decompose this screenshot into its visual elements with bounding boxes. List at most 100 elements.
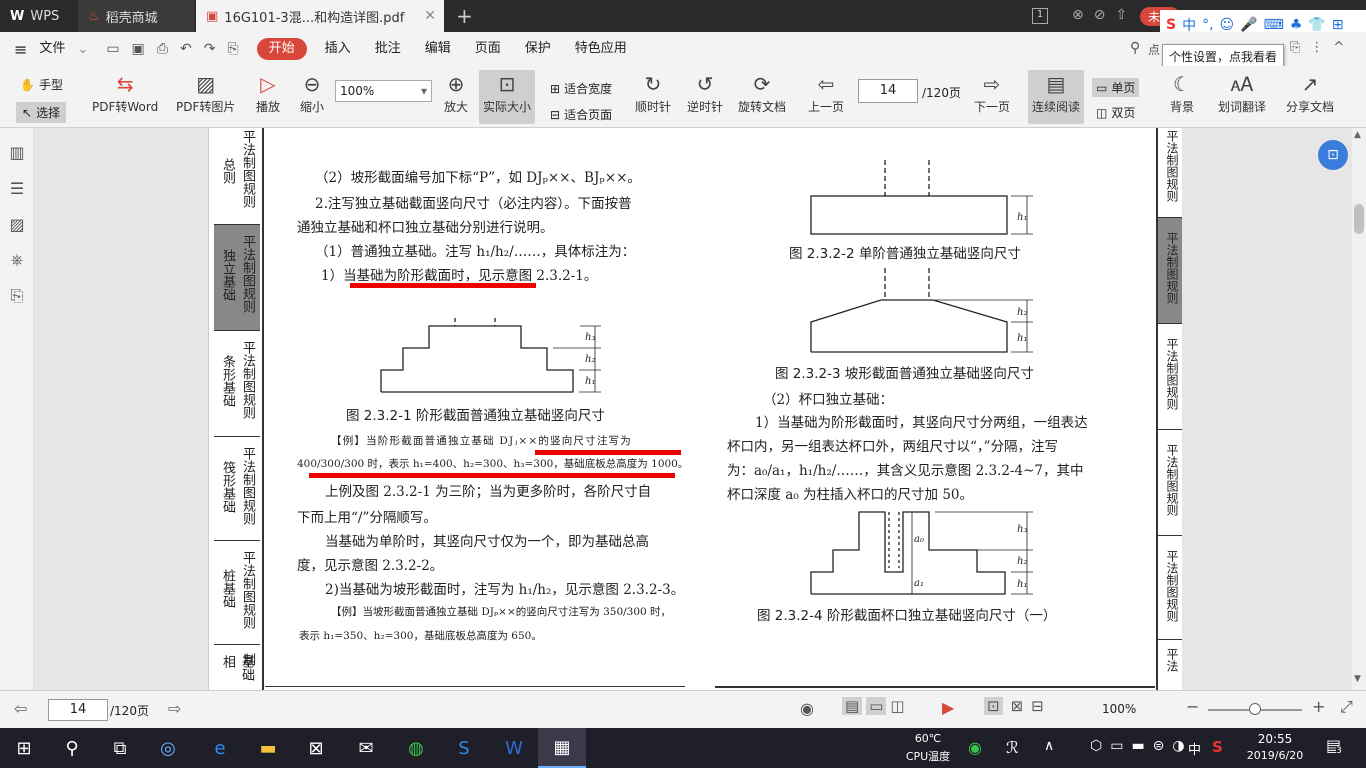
scroll-down-icon[interactable]: ▼ bbox=[1354, 674, 1361, 684]
minus-icon[interactable]: − bbox=[1186, 697, 1199, 716]
menu-page[interactable]: 页面 bbox=[463, 32, 513, 66]
play-icon: ▷ bbox=[260, 72, 276, 96]
sogou-icon[interactable]: S bbox=[440, 728, 488, 768]
float-assistant-icon[interactable]: ⊡ bbox=[1318, 140, 1348, 170]
window-count-badge[interactable]: 1 bbox=[1032, 8, 1048, 24]
flame-icon: ♨ bbox=[88, 8, 100, 24]
double-page-button[interactable]: ◫ 双页 bbox=[1096, 104, 1135, 121]
continuous-view-icon[interactable]: ▤ bbox=[842, 697, 863, 715]
view-mode-icons[interactable]: ▤ ▭ ◫ bbox=[842, 697, 905, 715]
quick-access-icons[interactable]: ▭▣⎙↶↷⎘ bbox=[106, 41, 250, 57]
window-control-icons[interactable]: ⎘⋮^ bbox=[1290, 40, 1354, 55]
bookmark-icon[interactable]: ⎘ bbox=[0, 278, 34, 314]
share-button[interactable]: ↗ 分享文档 bbox=[1286, 70, 1334, 115]
tab-pdf[interactable]: ▣ 16G101-3混...和构造详图.pdf ✕ bbox=[196, 0, 444, 32]
next-page-button[interactable]: ⇨ 下一页 bbox=[974, 70, 1010, 115]
pdf-to-word-button[interactable]: ⇆ PDF转Word bbox=[92, 70, 158, 115]
pdf-to-image-button[interactable]: ▨ PDF转图片 bbox=[176, 70, 235, 115]
zoom-slider-thumb[interactable] bbox=[1249, 703, 1261, 715]
menu-edit[interactable]: 编辑 bbox=[413, 32, 463, 66]
translate-icon: 🗚 bbox=[1230, 72, 1254, 96]
menu-start[interactable]: 开始 bbox=[256, 38, 307, 60]
mail-icon[interactable]: ✉ bbox=[342, 728, 390, 768]
dim-label: h₁ bbox=[1017, 333, 1027, 344]
ime-indicator[interactable]: 中 bbox=[1188, 739, 1201, 758]
plus-icon[interactable]: + bbox=[1312, 697, 1325, 716]
fit-page-button[interactable]: ⊟ 适合页面 bbox=[550, 106, 612, 123]
tab-daoke[interactable]: ♨ 稻壳商城 bbox=[78, 0, 194, 32]
folder-icon[interactable]: ▬ bbox=[244, 728, 292, 768]
translate-button[interactable]: 🗚 划词翻译 bbox=[1218, 70, 1266, 115]
tray-up-icon[interactable]: ∧ bbox=[1044, 738, 1054, 754]
label: 缩小 bbox=[299, 100, 324, 114]
people-icon[interactable]: ℛ bbox=[1006, 738, 1019, 757]
search-icon[interactable]: ⚲ bbox=[48, 728, 96, 768]
fit-page-icon[interactable]: ⊠ bbox=[1011, 697, 1024, 715]
zoom-mode-icons[interactable]: ⊡ ⊠ ⊟ bbox=[984, 697, 1044, 715]
continuous-read-button[interactable]: ▤ 连续阅读 bbox=[1028, 70, 1085, 124]
single-view-icon[interactable]: ▭ bbox=[866, 697, 887, 715]
eye-icon[interactable]: ◉ bbox=[800, 699, 814, 718]
edge-icon[interactable]: e bbox=[196, 728, 244, 768]
next-page-icon[interactable]: ⇨ bbox=[168, 699, 181, 718]
sogou-tray-icon[interactable]: S bbox=[1212, 738, 1223, 756]
hand-tool[interactable]: ✋ 手型 bbox=[20, 76, 63, 93]
wps-logo-icon: W bbox=[10, 8, 25, 24]
attach-icon[interactable]: ⎈ bbox=[0, 242, 34, 278]
background-button[interactable]: ☾ 背景 bbox=[1168, 70, 1196, 115]
browser-icon[interactable]: ◍ bbox=[392, 728, 440, 768]
actual-size-icon[interactable]: ⊡ bbox=[984, 697, 1003, 715]
select-tool[interactable]: ↖ 选择 bbox=[16, 102, 67, 123]
fit-width-icon[interactable]: ⊟ bbox=[1031, 697, 1044, 715]
scroll-up-icon[interactable]: ▲ bbox=[1354, 130, 1361, 140]
image-panel-icon[interactable]: ▨ bbox=[0, 206, 34, 242]
thumbnail-icon[interactable]: ▥ bbox=[0, 134, 34, 170]
fullscreen-icon[interactable]: ⤢ bbox=[1340, 697, 1353, 717]
task-view-icon[interactable]: ⧉ bbox=[96, 728, 144, 768]
wps-icon[interactable]: W bbox=[490, 728, 538, 768]
app-spiral-icon[interactable]: ◎ bbox=[144, 728, 192, 768]
tooltip: 个性设置，点我看看 bbox=[1162, 44, 1284, 68]
chevron-down-icon: ▾ bbox=[420, 84, 427, 98]
windows-start-icon[interactable]: ⊞ bbox=[0, 728, 48, 768]
search-icon[interactable]: ⚲ bbox=[1130, 40, 1140, 56]
menu-annotate[interactable]: 批注 bbox=[363, 32, 413, 66]
close-icon[interactable]: ✕ bbox=[424, 8, 436, 24]
page-number-input[interactable]: 14 bbox=[858, 79, 918, 103]
prev-page-icon[interactable]: ⇦ bbox=[14, 699, 27, 718]
tray-icons[interactable]: ⬡▭▬⊜◑ bbox=[1090, 738, 1193, 754]
rotate-ccw-button[interactable]: ↺ 逆时针 bbox=[687, 70, 723, 115]
menu-special[interactable]: 特色应用 bbox=[563, 32, 639, 66]
title-tools-icon[interactable]: ⊗⊘⇧ bbox=[1072, 7, 1137, 23]
pdf-app-icon[interactable]: ▦ bbox=[538, 728, 586, 768]
vertical-scrollbar[interactable]: ▲ ▼ bbox=[1352, 128, 1366, 690]
scroll-thumb[interactable] bbox=[1354, 204, 1364, 234]
store-icon[interactable]: ⊠ bbox=[292, 728, 340, 768]
menu-insert[interactable]: 插入 bbox=[313, 32, 363, 66]
tab-wps[interactable]: W WPS bbox=[0, 0, 76, 32]
menu-protect[interactable]: 保护 bbox=[513, 32, 563, 66]
chevron-down-icon[interactable]: ⌄ bbox=[77, 42, 88, 57]
play-button[interactable]: ▷ 播放 bbox=[254, 70, 282, 115]
para-line: 通独立基础和杯口独立基础分别进行说明。 bbox=[297, 220, 554, 236]
menu-file[interactable]: 文件 bbox=[27, 32, 77, 66]
fit-width-icon: ⊞ bbox=[550, 81, 561, 96]
play-icon[interactable]: ▶ bbox=[942, 698, 954, 717]
page-bottom-rule bbox=[265, 686, 685, 687]
zoom-in-button[interactable]: ⊕ 放大 bbox=[442, 70, 470, 115]
new-tab-icon[interactable]: + bbox=[456, 4, 473, 28]
rotate-doc-button[interactable]: ⟳ 旋转文档 bbox=[738, 70, 786, 115]
status-page-input[interactable]: 14 bbox=[48, 699, 108, 721]
hamburger-icon[interactable]: ≡ bbox=[0, 40, 27, 59]
zoom-out-button[interactable]: ⊖ 缩小 bbox=[298, 70, 326, 115]
fit-width-button[interactable]: ⊞ 适合宽度 bbox=[550, 80, 612, 97]
double-view-icon[interactable]: ◫ bbox=[890, 697, 904, 715]
outline-icon[interactable]: ☰ bbox=[0, 170, 34, 206]
single-page-button[interactable]: ▭ 单页 bbox=[1092, 78, 1140, 97]
tray-app-icon[interactable]: ◉ bbox=[968, 738, 982, 757]
prev-page-button[interactable]: ⇦ 上一页 bbox=[808, 70, 844, 115]
rotate-cw-button[interactable]: ↻ 顺时针 bbox=[635, 70, 671, 115]
zoom-select[interactable]: 100% ▾ bbox=[335, 80, 432, 102]
actual-size-button[interactable]: ⊡ 实际大小 bbox=[479, 70, 536, 124]
red-underline bbox=[350, 283, 536, 288]
